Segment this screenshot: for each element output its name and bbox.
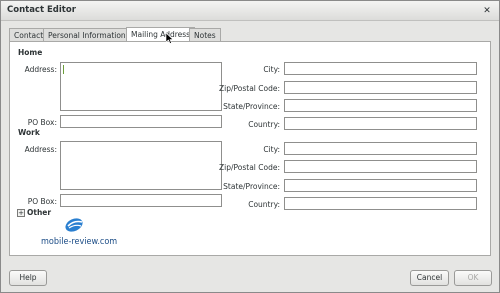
home-po-box-input[interactable] <box>60 115 222 128</box>
home-heading: Home <box>18 48 43 57</box>
close-icon[interactable]: ✕ <box>481 5 493 17</box>
work-heading: Work <box>18 128 40 137</box>
help-button[interactable]: Help <box>9 270 47 286</box>
home-country-input[interactable] <box>284 117 477 130</box>
work-city-label: City: <box>263 145 280 154</box>
title-bar[interactable]: Contact Editor ✕ <box>1 1 499 21</box>
contact-editor-window: Contact Editor ✕ Contact Personal Inform… <box>0 0 500 293</box>
work-zip-input[interactable] <box>284 160 477 173</box>
home-state-label: State/Province: <box>223 102 280 111</box>
work-country-input[interactable] <box>284 197 477 210</box>
tab-notes[interactable]: Notes <box>189 28 221 42</box>
tab-mailing-address[interactable]: Mailing Address <box>126 27 196 42</box>
work-po-box-label: PO Box: <box>27 197 57 206</box>
other-expander-icon[interactable]: + <box>17 209 25 217</box>
cancel-button[interactable]: Cancel <box>410 270 449 286</box>
home-address-input[interactable] <box>60 62 222 111</box>
watermark-text: mobile-review.com <box>41 237 118 247</box>
home-city-input[interactable] <box>284 62 477 75</box>
work-po-box-input[interactable] <box>60 194 222 207</box>
work-state-label: State/Province: <box>223 182 280 191</box>
home-zip-label: Zip/Postal Code: <box>219 84 280 93</box>
work-zip-label: Zip/Postal Code: <box>219 163 280 172</box>
tab-personal-information[interactable]: Personal Information <box>43 28 131 42</box>
window-title: Contact Editor <box>7 5 76 15</box>
home-po-box-label: PO Box: <box>27 118 57 127</box>
work-city-input[interactable] <box>284 142 477 155</box>
home-address-label: Address: <box>24 65 57 74</box>
work-address-input[interactable] <box>60 141 222 190</box>
ok-button[interactable]: OK <box>454 270 492 286</box>
text-caret <box>63 65 64 74</box>
work-country-label: Country: <box>248 200 280 209</box>
home-city-label: City: <box>263 65 280 74</box>
work-address-label: Address: <box>24 145 57 154</box>
home-state-input[interactable] <box>284 99 477 112</box>
home-zip-input[interactable] <box>284 81 477 94</box>
home-country-label: Country: <box>248 120 280 129</box>
mouse-pointer-icon <box>166 33 174 44</box>
work-state-input[interactable] <box>284 179 477 192</box>
